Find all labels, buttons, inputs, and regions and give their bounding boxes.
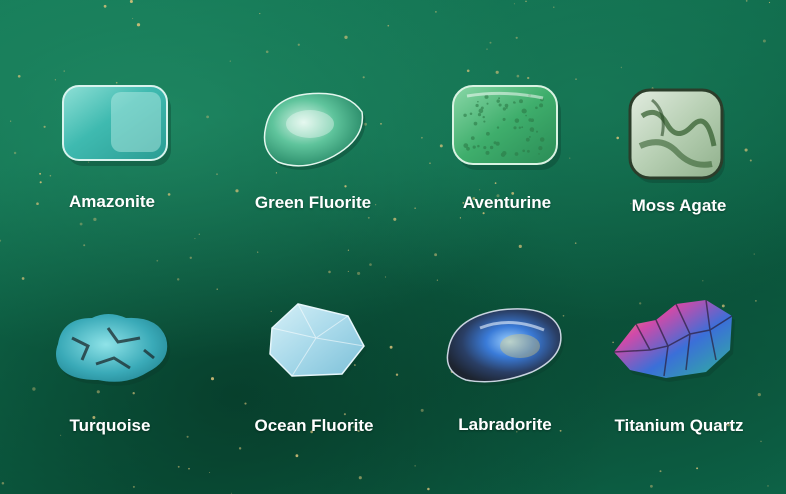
ocean-fluorite-stone-icon	[269, 303, 367, 380]
green-fluorite-stone-icon	[263, 92, 366, 170]
labradorite-stone-icon	[446, 308, 564, 386]
stone-label: Turquoise	[69, 416, 151, 435]
stone-label: Aventurine	[462, 193, 552, 212]
stone-label: Moss Agate	[631, 196, 727, 215]
amazonite-stone-icon	[62, 85, 171, 166]
stone-label: Green Fluorite	[254, 193, 372, 212]
stone-label: Labradorite	[458, 415, 552, 434]
stone-label: Amazonite	[69, 192, 155, 211]
stone-label: Ocean Fluorite	[254, 416, 374, 435]
titanium-quartz-stone-icon	[613, 299, 735, 382]
stone-label: Titanium Quartz	[614, 416, 744, 435]
turquoise-stone-icon	[56, 314, 171, 386]
moss-agate-stone-icon	[628, 88, 725, 183]
aventurine-stone-icon	[452, 85, 561, 170]
